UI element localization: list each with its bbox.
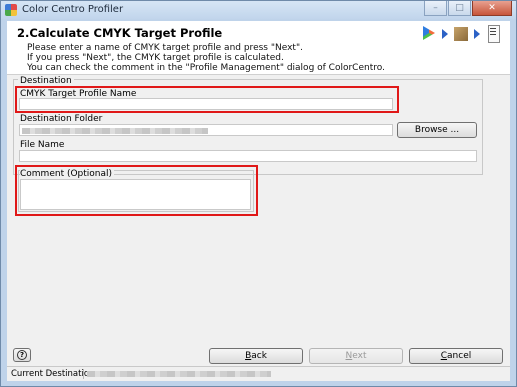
title-bar[interactable]: Color Centro Profiler – □ ✕ — [1, 1, 516, 19]
step-title: 2.Calculate CMYK Target Profile — [17, 26, 223, 40]
step-arrow-icon — [442, 29, 448, 39]
destination-folder-label: Destination Folder — [20, 114, 103, 124]
browse-button[interactable]: Browse ... — [397, 122, 477, 138]
dialog-window: Color Centro Profiler – □ ✕ 2.Calculate … — [0, 0, 517, 387]
back-label: ack — [251, 351, 267, 361]
minimize-button[interactable]: – — [424, 1, 447, 16]
instruction-line-2: If you press "Next", the CMYK target pro… — [27, 53, 284, 63]
wizard-step-2-icon — [452, 24, 470, 44]
destination-group-label: Destination — [18, 76, 74, 86]
redacted-destination-value — [87, 371, 271, 377]
step-arrow-icon — [474, 29, 480, 39]
maximize-button[interactable]: □ — [448, 1, 471, 16]
destination-folder-field[interactable] — [19, 124, 393, 136]
status-bar: Current Destination — [7, 366, 510, 381]
cancel-button[interactable]: Cancel — [409, 348, 503, 364]
current-destination-label: Current Destination — [11, 369, 95, 379]
dialog-body: 2.Calculate CMYK Target Profile Please e… — [7, 21, 510, 381]
cancel-label: ancel — [447, 351, 472, 361]
status-divider — [83, 369, 84, 379]
instruction-line-3: You can check the comment in the "Profil… — [27, 63, 385, 73]
wizard-header: 2.Calculate CMYK Target Profile Please e… — [7, 21, 510, 75]
wizard-steps — [420, 24, 502, 44]
app-icon — [5, 4, 17, 16]
next-label: ext — [352, 351, 367, 361]
file-name-input[interactable] — [19, 150, 477, 162]
comment-highlight — [15, 165, 258, 216]
profile-name-highlight — [15, 86, 399, 113]
instruction-line-1: Please enter a name of CMYK target profi… — [27, 43, 303, 53]
window-title: Color Centro Profiler — [22, 4, 124, 15]
wizard-step-1-icon — [420, 24, 438, 44]
file-name-label: File Name — [20, 140, 65, 150]
back-button[interactable]: Back — [209, 348, 303, 364]
next-button[interactable]: Next — [309, 348, 403, 364]
help-button[interactable]: ? — [13, 348, 31, 362]
close-button[interactable]: ✕ — [472, 1, 512, 16]
redacted-folder-path — [22, 128, 208, 134]
window-controls: – □ ✕ — [423, 1, 512, 16]
help-icon: ? — [17, 350, 27, 360]
wizard-step-3-icon — [484, 24, 502, 44]
